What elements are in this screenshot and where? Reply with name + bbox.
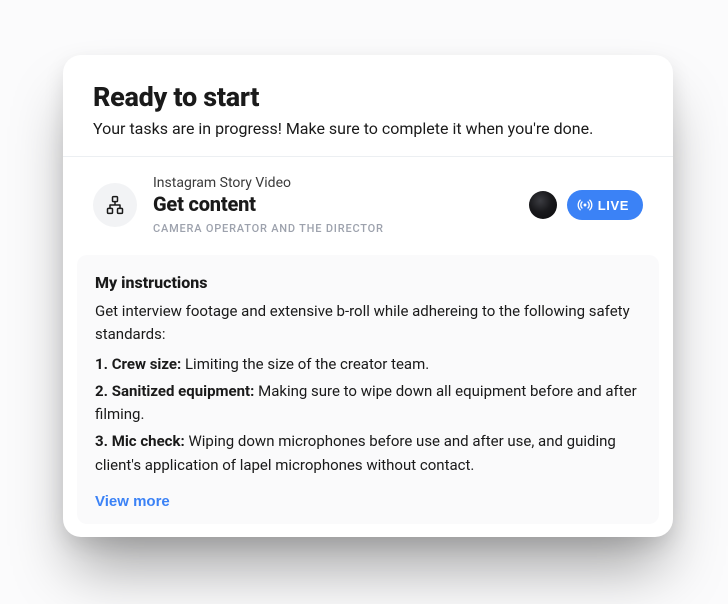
item-number: 2. bbox=[95, 382, 108, 400]
page-subtitle: Your tasks are in progress! Make sure to… bbox=[93, 119, 643, 138]
task-icon-wrap bbox=[93, 183, 137, 227]
list-item: 1. Crew size: Limiting the size of the c… bbox=[95, 353, 641, 376]
item-label: Mic check: bbox=[112, 432, 185, 450]
task-card: Ready to start Your tasks are in progres… bbox=[63, 55, 673, 537]
task-meta: Instagram Story Video Get content CAMERA… bbox=[153, 175, 529, 235]
task-title: Get content bbox=[153, 192, 529, 216]
live-button[interactable]: LIVE bbox=[567, 190, 643, 220]
hierarchy-icon bbox=[105, 195, 125, 215]
list-item: 2. Sanitized equipment: Making sure to w… bbox=[95, 380, 641, 427]
item-number: 1. bbox=[95, 355, 108, 373]
instructions-heading: My instructions bbox=[95, 273, 641, 292]
list-item: 3. Mic check: Wiping down microphones be… bbox=[95, 430, 641, 477]
item-number: 3. bbox=[95, 432, 108, 450]
card-header: Ready to start Your tasks are in progres… bbox=[63, 55, 673, 157]
item-label: Crew size: bbox=[112, 355, 182, 373]
view-more-button[interactable]: View more bbox=[95, 493, 170, 510]
page-title: Ready to start bbox=[93, 81, 643, 113]
task-row: Instagram Story Video Get content CAMERA… bbox=[63, 157, 673, 249]
item-label: Sanitized equipment: bbox=[112, 382, 255, 400]
task-kicker: Instagram Story Video bbox=[153, 175, 529, 191]
item-text: Limiting the size of the creator team. bbox=[185, 355, 429, 373]
instructions-list: 1. Crew size: Limiting the size of the c… bbox=[95, 353, 641, 477]
task-roles: CAMERA OPERATOR AND THE DIRECTOR bbox=[153, 222, 529, 235]
instructions-intro: Get interview footage and extensive b-ro… bbox=[95, 300, 641, 347]
instructions-panel: My instructions Get interview footage an… bbox=[77, 255, 659, 524]
avatar[interactable] bbox=[529, 191, 557, 219]
broadcast-icon bbox=[577, 197, 593, 213]
live-label: LIVE bbox=[598, 198, 629, 213]
